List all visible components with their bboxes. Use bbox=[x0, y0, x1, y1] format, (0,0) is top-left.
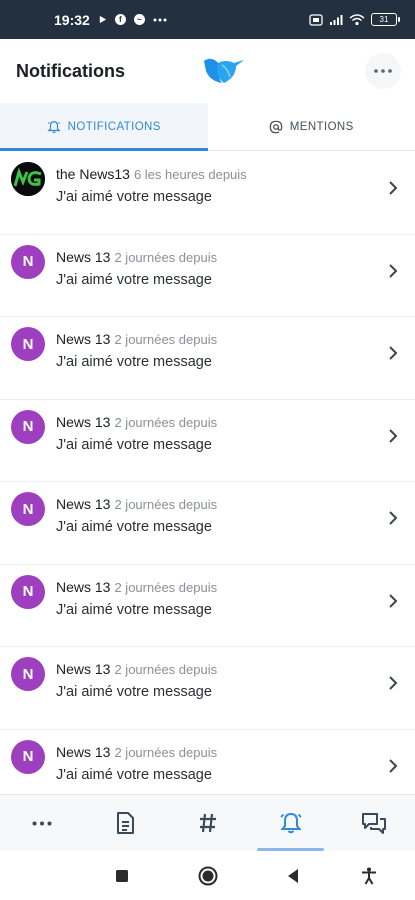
notification-message: J'ai aimé votre message bbox=[56, 766, 212, 783]
notification-time: 2 journées depuis bbox=[114, 579, 218, 595]
notification-time: 2 journées depuis bbox=[114, 744, 218, 760]
notification-author: News 13 bbox=[56, 331, 111, 347]
notification-header: News 13 2 journées depuis bbox=[56, 661, 217, 677]
nav-notifications[interactable] bbox=[249, 795, 332, 851]
nav-messages[interactable] bbox=[332, 795, 415, 851]
notification-header: News 13 2 journées depuis bbox=[56, 744, 217, 760]
bottom-nav bbox=[0, 794, 415, 851]
tab-notifications[interactable]: NOTIFICATIONS bbox=[0, 103, 208, 151]
notification-row[interactable]: N News 13 2 journées depuis J'ai aimé vot… bbox=[0, 647, 415, 730]
more-dots-icon bbox=[153, 18, 167, 22]
chevron-right-icon bbox=[389, 676, 398, 690]
status-time: 19:32 bbox=[54, 11, 90, 28]
status-bar: 19:32 f ~ 31 bbox=[0, 0, 415, 39]
avatar: N bbox=[11, 244, 45, 279]
avatar: N bbox=[11, 574, 45, 609]
bird-logo bbox=[204, 58, 244, 83]
notification-message: J'ai aimé votre message bbox=[56, 601, 212, 618]
accessibility-icon[interactable] bbox=[358, 865, 380, 887]
notification-author: the News13 bbox=[56, 166, 130, 182]
tab-mentions-label: MENTIONS bbox=[289, 120, 354, 133]
nav-more[interactable] bbox=[0, 795, 83, 851]
chat-icon bbox=[361, 813, 386, 834]
more-dots-icon bbox=[374, 69, 392, 73]
avatar: N bbox=[11, 739, 45, 774]
notification-message: J'ai aimé votre message bbox=[56, 684, 212, 700]
tab-notifications-label: NOTIFICATIONS bbox=[67, 120, 161, 133]
battery-icon: 31 bbox=[371, 13, 400, 26]
chevron-right-icon bbox=[389, 428, 398, 443]
chevron-right-icon bbox=[389, 346, 398, 360]
bell-icon bbox=[46, 120, 61, 133]
back-icon[interactable] bbox=[282, 865, 304, 887]
signal-icon bbox=[329, 14, 343, 26]
facebook-icon: f bbox=[114, 14, 126, 25]
notification-row[interactable]: N News 13 2 journées depuis J'ai aimé vot… bbox=[0, 235, 415, 317]
notification-time: 2 journées depuis bbox=[114, 662, 218, 677]
notification-message: J'ai aimé votre message bbox=[56, 519, 212, 535]
notification-message: J'ai aimé votre message bbox=[56, 354, 212, 370]
notification-row[interactable]: the News13 6 les heures depuis J'ai aimé … bbox=[0, 152, 415, 235]
app-header: Notifications bbox=[0, 39, 415, 103]
notification-header: News 13 2 journées depuis bbox=[56, 249, 217, 265]
notification-header: News 13 2 journées depuis bbox=[56, 414, 217, 430]
notification-time: 2 journées depuis bbox=[114, 249, 218, 265]
notification-row[interactable]: N News 13 2 journées depuis J'ai aimé vot… bbox=[0, 317, 415, 400]
header-more-button[interactable] bbox=[365, 53, 401, 89]
notification-author: News 13 bbox=[56, 578, 111, 595]
play-icon bbox=[98, 15, 107, 24]
notification-author: News 13 bbox=[56, 661, 111, 677]
battery-level: 31 bbox=[379, 15, 389, 24]
circle-icon[interactable] bbox=[197, 865, 219, 887]
notification-header: News 13 2 journées depuis bbox=[56, 579, 217, 595]
notification-message: J'ai aimé votre message bbox=[56, 436, 212, 453]
chevron-right-icon bbox=[389, 593, 398, 608]
avatar bbox=[11, 162, 45, 196]
at-icon bbox=[269, 120, 283, 133]
notification-header: News 13 2 journées depuis bbox=[56, 331, 217, 347]
chevron-right-icon bbox=[389, 758, 398, 773]
notification-row[interactable]: N News 13 2 journées depuis J'ai aimé vot… bbox=[0, 400, 415, 482]
notification-row[interactable]: N News 13 2 journées depuis J'ai aimé vot… bbox=[0, 565, 415, 647]
notification-time: 2 journées depuis bbox=[114, 414, 218, 430]
notification-author: News 13 bbox=[56, 248, 111, 265]
avatar: N bbox=[11, 657, 45, 691]
more-dots-icon bbox=[32, 821, 51, 825]
page-title: Notifications bbox=[16, 60, 126, 81]
news13-logo bbox=[11, 162, 45, 196]
sim-icon bbox=[309, 13, 323, 26]
nav-posts[interactable] bbox=[83, 795, 166, 851]
avatar: N bbox=[11, 492, 45, 526]
bell-icon bbox=[279, 812, 302, 834]
status-right: 31 bbox=[309, 13, 400, 26]
notification-message: J'ai aimé votre message bbox=[56, 189, 212, 205]
notification-header: News 13 2 journées depuis bbox=[56, 496, 217, 512]
hashtag-icon bbox=[199, 813, 216, 833]
chevron-right-icon bbox=[389, 511, 398, 525]
notification-row[interactable]: N News 13 2 journées depuis J'ai aimé vot… bbox=[0, 730, 415, 795]
notification-header: the News13 6 les heures depuis bbox=[56, 166, 247, 182]
avatar: N bbox=[11, 409, 45, 444]
notification-time: 2 journées depuis bbox=[114, 497, 218, 512]
status-left: 19:32 f ~ bbox=[54, 12, 167, 28]
chevron-right-icon bbox=[389, 181, 398, 195]
notification-row[interactable]: N News 13 2 journées depuis J'ai aimé vot… bbox=[0, 482, 415, 565]
avatar: N bbox=[11, 327, 45, 361]
tab-mentions[interactable]: MENTIONS bbox=[208, 103, 415, 150]
system-nav-bar bbox=[0, 851, 415, 900]
nav-hashtags[interactable] bbox=[166, 795, 249, 851]
square-icon[interactable] bbox=[111, 865, 133, 887]
notification-time: 2 journées depuis bbox=[114, 332, 218, 347]
notification-author: News 13 bbox=[56, 413, 111, 430]
document-icon bbox=[116, 812, 134, 834]
tab-bar: NOTIFICATIONS MENTIONS bbox=[0, 103, 415, 151]
notification-author: News 13 bbox=[56, 743, 111, 760]
notification-list: the News13 6 les heures depuis J'ai aimé … bbox=[0, 152, 415, 794]
notification-author: News 13 bbox=[56, 496, 111, 512]
messenger-icon: ~ bbox=[133, 14, 145, 25]
chevron-right-icon bbox=[389, 263, 398, 278]
wifi-icon bbox=[349, 13, 365, 26]
notification-message: J'ai aimé votre message bbox=[56, 271, 212, 288]
notification-time: 6 les heures depuis bbox=[133, 167, 247, 182]
